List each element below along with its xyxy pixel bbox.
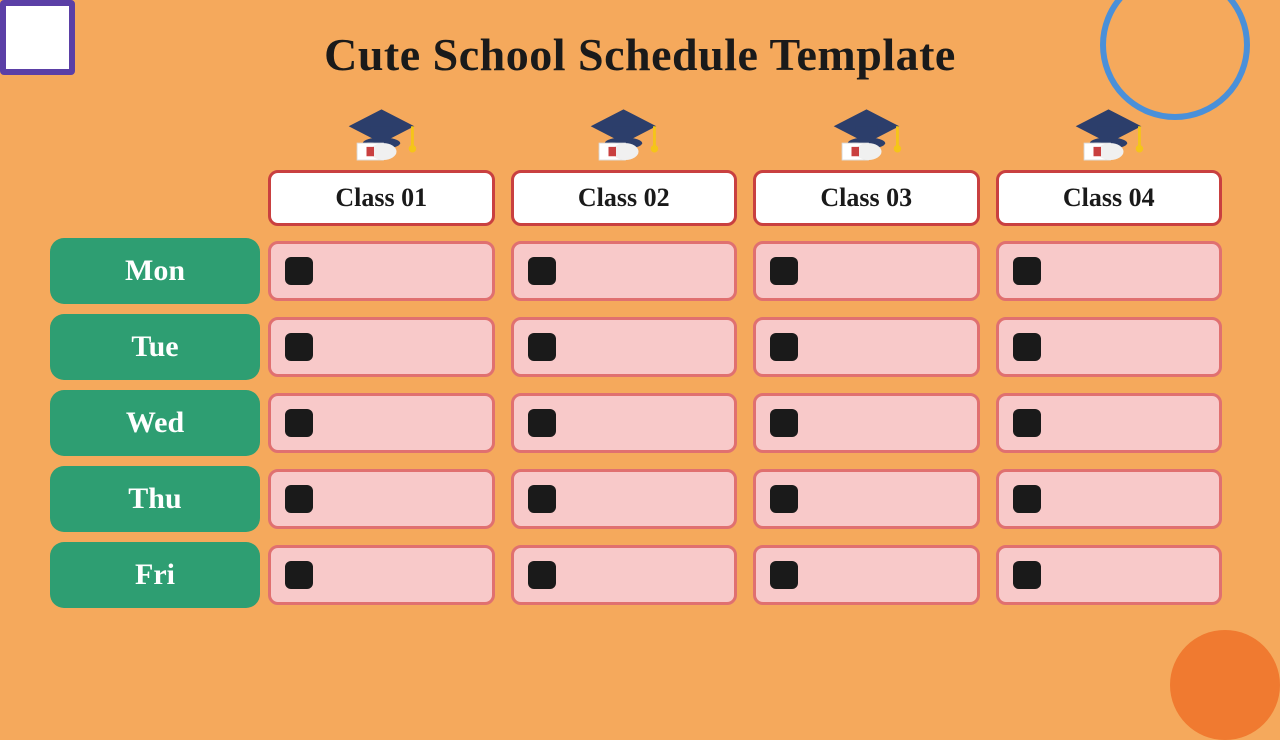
wed-class03-icon: [770, 409, 798, 437]
grad-cap-03-icon: [829, 100, 904, 175]
mon-class03-icon: [770, 257, 798, 285]
class-01-header: Class 01: [268, 100, 495, 226]
fri-class01-icon: [285, 561, 313, 589]
grad-cap-04-icon: [1071, 100, 1146, 175]
thu-class03-icon: [770, 485, 798, 513]
tue-class03-icon: [770, 333, 798, 361]
mon-class04-cell[interactable]: [996, 241, 1223, 301]
tue-class03-cell[interactable]: [753, 317, 980, 377]
page-title: Cute School Schedule Template: [0, 0, 1280, 91]
grad-cap-01-icon: [344, 100, 419, 175]
mon-class02-icon: [528, 257, 556, 285]
mon-class01-icon: [285, 257, 313, 285]
fri-class04-cell[interactable]: [996, 545, 1223, 605]
thu-class04-icon: [1013, 485, 1041, 513]
schedule-container: Class 01 Class 02: [50, 100, 1230, 618]
tue-class02-cell[interactable]: [511, 317, 738, 377]
thu-class03-cell[interactable]: [753, 469, 980, 529]
class-03-label: Class 03: [753, 170, 980, 226]
class-02-label: Class 02: [511, 170, 738, 226]
fri-class02-icon: [528, 561, 556, 589]
mon-class03-cell[interactable]: [753, 241, 980, 301]
fri-class03-cell[interactable]: [753, 545, 980, 605]
tue-class04-icon: [1013, 333, 1041, 361]
wed-class04-cell[interactable]: [996, 393, 1223, 453]
tue-class01-icon: [285, 333, 313, 361]
class-04-header: Class 04: [996, 100, 1223, 226]
fri-class03-icon: [770, 561, 798, 589]
tue-label: Tue: [50, 314, 260, 380]
header-row: Class 01 Class 02: [50, 100, 1230, 226]
thu-class02-icon: [528, 485, 556, 513]
class-02-header: Class 02: [511, 100, 738, 226]
mon-class04-icon: [1013, 257, 1041, 285]
class-03-header: Class 03: [753, 100, 980, 226]
wed-class02-cell[interactable]: [511, 393, 738, 453]
fri-row: Fri: [50, 542, 1230, 608]
mon-class01-cell[interactable]: [268, 241, 495, 301]
wed-class02-icon: [528, 409, 556, 437]
mon-label: Mon: [50, 238, 260, 304]
wed-class01-cell[interactable]: [268, 393, 495, 453]
fri-class01-cell[interactable]: [268, 545, 495, 605]
thu-row: Thu: [50, 466, 1230, 532]
tue-row: Tue: [50, 314, 1230, 380]
thu-class01-cell[interactable]: [268, 469, 495, 529]
mon-class02-cell[interactable]: [511, 241, 738, 301]
wed-row: Wed: [50, 390, 1230, 456]
thu-label: Thu: [50, 466, 260, 532]
thu-class02-cell[interactable]: [511, 469, 738, 529]
wed-class03-cell[interactable]: [753, 393, 980, 453]
fri-class04-icon: [1013, 561, 1041, 589]
fri-label: Fri: [50, 542, 260, 608]
class-01-label: Class 01: [268, 170, 495, 226]
tue-class02-icon: [528, 333, 556, 361]
tue-class04-cell[interactable]: [996, 317, 1223, 377]
thu-class01-icon: [285, 485, 313, 513]
grad-cap-02-icon: [586, 100, 661, 175]
wed-class01-icon: [285, 409, 313, 437]
thu-class04-cell[interactable]: [996, 469, 1223, 529]
wed-label: Wed: [50, 390, 260, 456]
fri-class02-cell[interactable]: [511, 545, 738, 605]
tue-class01-cell[interactable]: [268, 317, 495, 377]
deco-bottom-right-circle: [1170, 630, 1280, 740]
mon-row: Mon: [50, 238, 1230, 304]
class-04-label: Class 04: [996, 170, 1223, 226]
deco-top-left: [0, 0, 75, 75]
wed-class04-icon: [1013, 409, 1041, 437]
